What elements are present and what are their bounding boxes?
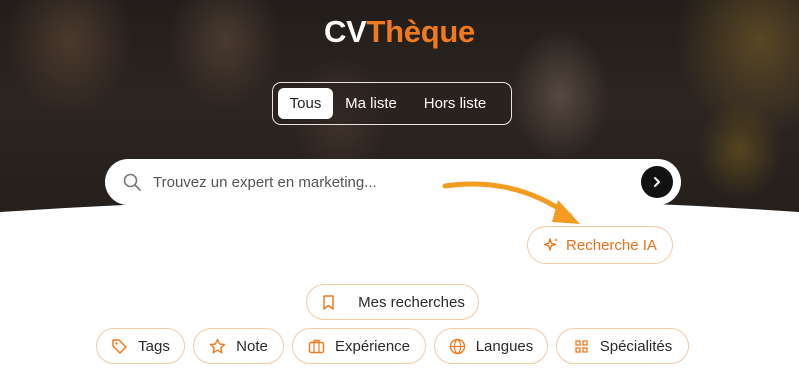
star-icon — [209, 338, 226, 355]
filter-specialites-button[interactable]: Spécialités — [556, 328, 689, 364]
saved-searches-button[interactable]: Mes recherches — [306, 284, 479, 320]
briefcase-icon — [308, 338, 325, 355]
ai-search-label: Recherche IA — [566, 236, 657, 254]
tab-ma-liste[interactable]: Ma liste — [337, 88, 405, 119]
filter-note-button[interactable]: Note — [193, 328, 284, 364]
filter-langues-button[interactable]: Langues — [434, 328, 548, 364]
logo-cv: CV — [324, 14, 367, 49]
filter-experience-label: Expérience — [334, 337, 411, 355]
globe-icon — [449, 338, 466, 355]
filter-note-label: Note — [236, 337, 268, 355]
chevron-right-icon — [654, 177, 660, 187]
tab-hors-liste[interactable]: Hors liste — [409, 88, 501, 119]
grid-icon — [573, 338, 590, 355]
filter-tags-button[interactable]: Tags — [96, 328, 185, 364]
bookmark-icon — [320, 294, 337, 311]
filter-specialites-label: Spécialités — [599, 337, 673, 355]
view-tabs: Tous Ma liste Hors liste — [272, 82, 512, 125]
filter-experience-button[interactable]: Expérience — [292, 328, 426, 364]
search-icon — [122, 172, 142, 192]
filter-tags-label: Tags — [138, 337, 170, 355]
search-submit-button[interactable] — [641, 166, 673, 198]
filter-langues-label: Langues — [475, 337, 534, 355]
ai-search-button[interactable]: Recherche IA — [527, 226, 673, 264]
search-bar — [105, 159, 681, 205]
tag-icon — [111, 338, 128, 355]
saved-searches-label: Mes recherches — [358, 293, 465, 311]
sparkle-icon — [543, 238, 559, 251]
tab-tous[interactable]: Tous — [278, 88, 333, 119]
app-logo: CVThèque — [0, 14, 799, 50]
logo-theque: Thèque — [366, 14, 476, 49]
